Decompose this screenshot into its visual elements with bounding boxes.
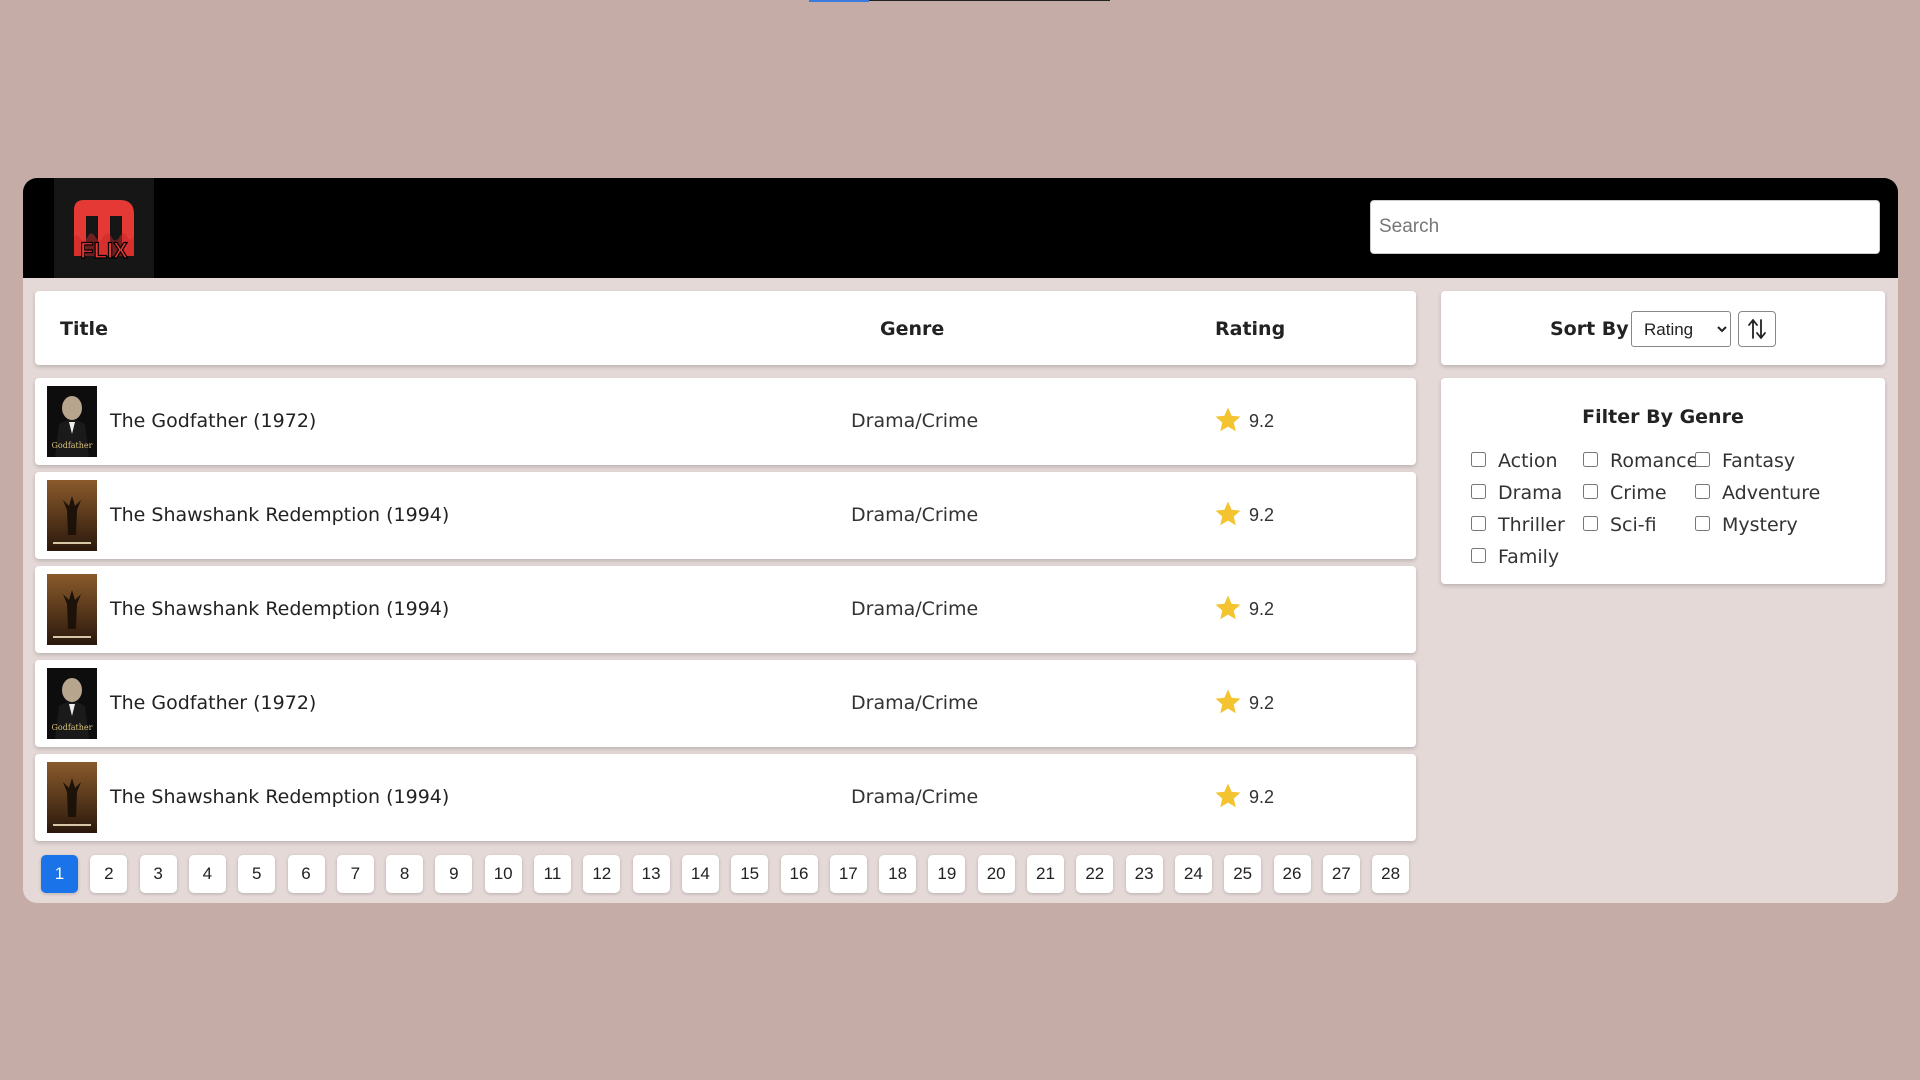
movie-row[interactable]: Godfather The Godfather (1972) Drama/Crime… [35,660,1416,747]
movie-poster[interactable]: Godfather [47,668,97,739]
movie-genre: Drama/Crime [851,410,979,432]
movie-row[interactable]: The Shawshank Redemption (1994) Drama/Cri… [35,754,1416,841]
movie-rating: 9.2 [1249,411,1275,431]
movie-genre: Drama/Crime [851,786,979,808]
genre-label[interactable]: Drama [1498,482,1562,504]
genre-checkbox[interactable] [1471,452,1486,467]
sort-direction-button[interactable] [1738,311,1776,347]
genre-checkbox[interactable] [1695,484,1710,499]
sort-panel: Sort By : Rating [1441,291,1885,365]
svg-text:FLIX: FLIX [80,238,128,263]
movie-row[interactable]: The Shawshank Redemption (1994) Drama/Cri… [35,566,1416,653]
page-button-23[interactable]: 23 [1125,855,1163,893]
page-button-20[interactable]: 20 [977,855,1015,893]
page-button-3[interactable]: 3 [139,855,177,893]
search-input[interactable] [1370,200,1880,254]
page-button-9[interactable]: 9 [435,855,473,893]
page-button-22[interactable]: 22 [1076,855,1114,893]
movie-title[interactable]: The Godfather (1972) [110,692,316,714]
movie-title[interactable]: The Shawshank Redemption (1994) [110,598,449,620]
sort-select[interactable]: Rating [1631,311,1731,347]
page-button-16[interactable]: 16 [780,855,818,893]
mflix-logo-icon: FLIX [74,200,134,264]
column-header-genre[interactable]: Genre [880,318,944,340]
page-button-6[interactable]: 6 [287,855,325,893]
svg-text:Godfather: Godfather [52,441,93,450]
page-button-14[interactable]: 14 [681,855,719,893]
page-button-24[interactable]: 24 [1174,855,1212,893]
movie-poster[interactable] [47,480,97,551]
page-button-8[interactable]: 8 [386,855,424,893]
movie-rating: 9.2 [1249,787,1275,807]
filter-title: Filter By Genre [1582,406,1744,428]
movie-rating: 9.2 [1249,505,1275,525]
genre-label[interactable]: Thriller [1498,514,1565,536]
genre-label[interactable]: Action [1498,450,1558,472]
app-window: FLIX Title Genre Rating Godfather The God… [23,178,1898,903]
header-bar: FLIX [23,178,1898,278]
page-button-10[interactable]: 10 [484,855,522,893]
page-button-19[interactable]: 19 [928,855,966,893]
genre-checkbox[interactable] [1471,516,1486,531]
page-button-4[interactable]: 4 [188,855,226,893]
movie-poster[interactable]: Godfather [47,386,97,457]
movie-poster[interactable] [47,762,97,833]
genre-checkbox[interactable] [1583,516,1598,531]
movie-row[interactable]: Godfather The Godfather (1972) Drama/Crime… [35,378,1416,465]
movie-rating: 9.2 [1249,599,1275,619]
movie-genre: Drama/Crime [851,598,979,620]
page-button-2[interactable]: 2 [90,855,128,893]
page-button-27[interactable]: 27 [1322,855,1360,893]
movie-genre: Drama/Crime [851,504,979,526]
genre-checkbox[interactable] [1583,452,1598,467]
star-icon [1213,593,1243,623]
genre-label[interactable]: Sci-fi [1610,514,1657,536]
page-button-7[interactable]: 7 [336,855,374,893]
top-progress-accent [809,0,869,2]
genre-label[interactable]: Romance [1610,450,1698,472]
genre-label[interactable]: Family [1498,546,1559,568]
star-icon [1213,781,1243,811]
genre-checkbox[interactable] [1695,452,1710,467]
page-button-15[interactable]: 15 [731,855,769,893]
genre-label[interactable]: Fantasy [1722,450,1795,472]
genre-label[interactable]: Crime [1610,482,1667,504]
star-icon [1213,499,1243,529]
page-button-25[interactable]: 25 [1224,855,1262,893]
svg-text:Godfather: Godfather [52,723,93,732]
page-button-5[interactable]: 5 [238,855,276,893]
genre-checkbox[interactable] [1471,548,1486,563]
mflix-logo[interactable]: FLIX [54,178,154,278]
column-header-rating[interactable]: Rating [1215,318,1285,340]
sort-label: Sort By : [1550,318,1643,340]
page-button-18[interactable]: 18 [879,855,917,893]
page-button-17[interactable]: 17 [829,855,867,893]
movie-poster[interactable] [47,574,97,645]
page-button-28[interactable]: 28 [1372,855,1410,893]
genre-checkbox[interactable] [1583,484,1598,499]
page-button-11[interactable]: 11 [534,855,571,893]
column-header-title[interactable]: Title [60,318,108,340]
genre-checkbox[interactable] [1471,484,1486,499]
movie-title[interactable]: The Shawshank Redemption (1994) [110,786,449,808]
page-button-26[interactable]: 26 [1273,855,1311,893]
movie-table-header: Title Genre Rating [35,291,1416,365]
filter-panel: Filter By Genre Action Romance Fantasy Dram… [1441,378,1885,584]
page-button-13[interactable]: 13 [632,855,670,893]
movie-title[interactable]: The Godfather (1972) [110,410,316,432]
movie-genre: Drama/Crime [851,692,979,714]
movie-title[interactable]: The Shawshank Redemption (1994) [110,504,449,526]
star-icon [1213,687,1243,717]
genre-checkbox[interactable] [1695,516,1710,531]
star-icon [1213,405,1243,435]
movie-rating: 9.2 [1249,693,1275,713]
movie-row[interactable]: The Shawshank Redemption (1994) Drama/Cri… [35,472,1416,559]
page-button-12[interactable]: 12 [583,855,621,893]
top-progress-line [809,0,1110,2]
genre-label[interactable]: Adventure [1722,482,1820,504]
sort-direction-icon [1748,319,1766,339]
page-button-21[interactable]: 21 [1027,855,1064,893]
genre-label[interactable]: Mystery [1722,514,1798,536]
page-button-1[interactable]: 1 [41,855,78,893]
